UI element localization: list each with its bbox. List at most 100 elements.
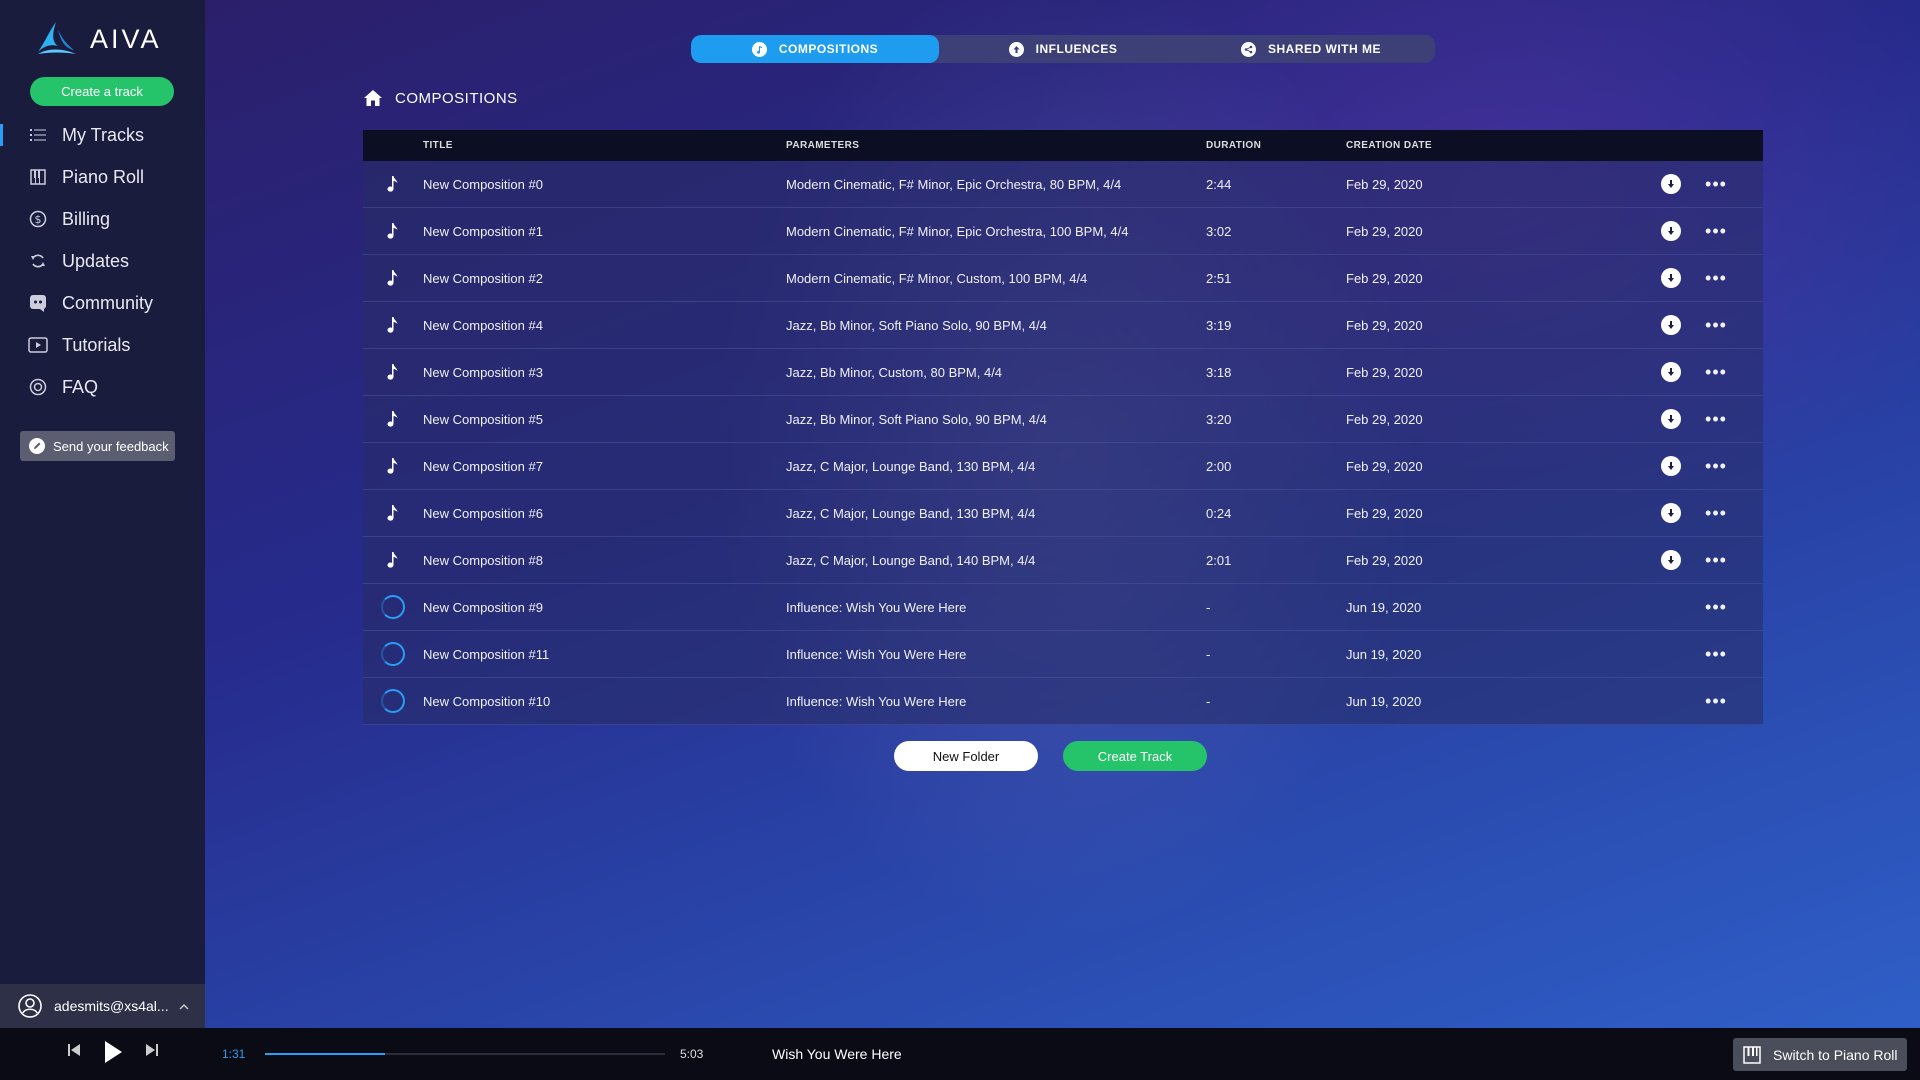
now-playing-title: Wish You Were Here — [772, 1046, 902, 1062]
music-note-icon[interactable] — [363, 363, 423, 381]
more-options-icon[interactable]: ••• — [1696, 503, 1736, 524]
tab-label: COMPOSITIONS — [778, 42, 879, 56]
download-icon[interactable] — [1646, 174, 1696, 194]
row-title[interactable]: New Composition #10 — [423, 694, 786, 709]
sidebar-item-updates[interactable]: Updates — [0, 240, 205, 282]
table-row[interactable]: New Composition #2 Modern Cinematic, F# M… — [363, 255, 1763, 302]
send-feedback-button[interactable]: Send your feedback — [20, 431, 175, 461]
new-folder-button[interactable]: New Folder — [894, 741, 1038, 771]
more-options-icon[interactable]: ••• — [1696, 456, 1736, 477]
sidebar-item-my-tracks[interactable]: My Tracks — [0, 114, 205, 156]
sidebar-item-faq[interactable]: FAQ — [0, 366, 205, 408]
more-options-icon[interactable]: ••• — [1696, 268, 1736, 289]
sidebar-item-label: FAQ — [62, 376, 99, 397]
progress-bar[interactable] — [265, 1053, 665, 1055]
create-track-button[interactable]: Create a track — [30, 77, 174, 106]
music-note-icon[interactable] — [363, 504, 423, 522]
create-track-button-main[interactable]: Create Track — [1063, 741, 1207, 771]
download-icon[interactable] — [1646, 362, 1696, 382]
row-date: Feb 29, 2020 — [1346, 552, 1423, 568]
tab-compositions[interactable]: COMPOSITIONS — [691, 35, 939, 63]
row-title[interactable]: New Composition #11 — [423, 647, 786, 662]
sidebar-item-community[interactable]: Community — [0, 282, 205, 324]
play-icon[interactable] — [102, 1039, 124, 1065]
more-options-icon[interactable]: ••• — [1696, 174, 1736, 195]
pencil-icon — [29, 438, 45, 454]
row-title[interactable]: New Composition #8 — [423, 553, 786, 568]
header-title[interactable]: TITLE — [423, 140, 786, 151]
more-options-icon[interactable]: ••• — [1696, 644, 1736, 665]
row-title[interactable]: New Composition #0 — [423, 177, 786, 192]
table-row[interactable]: New Composition #0 Modern Cinematic, F# M… — [363, 161, 1763, 208]
table-row[interactable]: New Composition #4 Jazz, Bb Minor, Soft P… — [363, 302, 1763, 349]
table-row[interactable]: New Composition #6 Jazz, C Major, Lounge … — [363, 490, 1763, 537]
download-icon[interactable] — [1646, 503, 1696, 523]
row-title[interactable]: New Composition #1 — [423, 224, 786, 239]
previous-icon[interactable] — [66, 1042, 82, 1058]
download-icon[interactable] — [1646, 268, 1696, 288]
row-date: Jun 19, 2020 — [1346, 599, 1422, 615]
row-parameters: Influence: Wish You Were Here — [786, 599, 967, 615]
download-icon[interactable] — [1646, 409, 1696, 429]
more-options-icon[interactable]: ••• — [1696, 362, 1736, 383]
row-title[interactable]: New Composition #5 — [423, 412, 786, 427]
more-options-icon[interactable]: ••• — [1696, 597, 1736, 618]
download-icon[interactable] — [1646, 315, 1696, 335]
download-icon[interactable] — [1646, 456, 1696, 476]
row-duration: - — [1206, 599, 1211, 615]
music-note-icon[interactable] — [363, 457, 423, 475]
table-row[interactable]: New Composition #8 Jazz, C Major, Lounge … — [363, 537, 1763, 584]
switch-to-piano-roll-button[interactable]: Switch to Piano Roll — [1733, 1038, 1907, 1071]
table-row[interactable]: New Composition #9 Influence: Wish You We… — [363, 584, 1763, 631]
music-note-icon[interactable] — [363, 316, 423, 334]
row-title[interactable]: New Composition #2 — [423, 271, 786, 286]
music-note-icon[interactable] — [363, 222, 423, 240]
row-title[interactable]: New Composition #3 — [423, 365, 786, 380]
breadcrumb: COMPOSITIONS — [363, 89, 518, 107]
app-name: AIVA — [90, 23, 162, 54]
sidebar-item-label: Tutorials — [62, 334, 131, 355]
more-options-icon[interactable]: ••• — [1696, 550, 1736, 571]
user-menu[interactable]: adesmits@xs4al... — [0, 984, 205, 1028]
row-title[interactable]: New Composition #6 — [423, 506, 786, 521]
sidebar-item-piano-roll[interactable]: Piano Roll — [0, 156, 205, 198]
tab-influences[interactable]: INFLUENCES — [939, 35, 1187, 63]
music-note-icon[interactable] — [363, 269, 423, 287]
table-header: TITLE PARAMETERS DURATION CREATION DATE — [363, 130, 1763, 161]
table-row[interactable]: New Composition #11 Influence: Wish You W… — [363, 631, 1763, 678]
chevron-up-icon — [179, 999, 189, 1013]
music-note-icon[interactable] — [363, 410, 423, 428]
more-options-icon[interactable]: ••• — [1696, 221, 1736, 242]
download-icon[interactable] — [1646, 550, 1696, 570]
sidebar-item-label: My Tracks — [62, 124, 145, 145]
music-note-icon — [751, 41, 767, 57]
row-title[interactable]: New Composition #7 — [423, 459, 786, 474]
table-row[interactable]: New Composition #7 Jazz, C Major, Lounge … — [363, 443, 1763, 490]
table-row[interactable]: New Composition #3 Jazz, Bb Minor, Custom… — [363, 349, 1763, 396]
table-row[interactable]: New Composition #1 Modern Cinematic, F# M… — [363, 208, 1763, 255]
header-creation-date[interactable]: CREATION DATE — [1346, 140, 1646, 151]
header-parameters[interactable]: PARAMETERS — [786, 140, 1206, 151]
sidebar-item-billing[interactable]: $ Billing — [0, 198, 205, 240]
progress-fill — [265, 1053, 385, 1055]
table-row[interactable]: New Composition #10 Influence: Wish You W… — [363, 678, 1763, 725]
row-duration: 2:51 — [1206, 270, 1232, 286]
aiva-logo[interactable]: AIVA — [32, 18, 162, 60]
table-actions: New Folder Create Track — [894, 741, 1207, 771]
table-row[interactable]: New Composition #5 Jazz, Bb Minor, Soft P… — [363, 396, 1763, 443]
discord-icon — [28, 293, 48, 313]
row-title[interactable]: New Composition #9 — [423, 600, 786, 615]
more-options-icon[interactable]: ••• — [1696, 409, 1736, 430]
next-icon[interactable] — [144, 1042, 160, 1058]
audio-player: 1:31 5:03 Wish You Were Here Switch to P… — [0, 1028, 1920, 1080]
more-options-icon[interactable]: ••• — [1696, 315, 1736, 336]
header-duration[interactable]: DURATION — [1206, 140, 1346, 151]
music-note-icon[interactable] — [363, 551, 423, 569]
sidebar-item-tutorials[interactable]: Tutorials — [0, 324, 205, 366]
more-options-icon[interactable]: ••• — [1696, 691, 1736, 712]
music-note-icon[interactable] — [363, 175, 423, 193]
row-title[interactable]: New Composition #4 — [423, 318, 786, 333]
home-icon[interactable] — [363, 89, 383, 107]
tab-shared-with-me[interactable]: SHARED WITH ME — [1187, 35, 1435, 63]
download-icon[interactable] — [1646, 221, 1696, 241]
